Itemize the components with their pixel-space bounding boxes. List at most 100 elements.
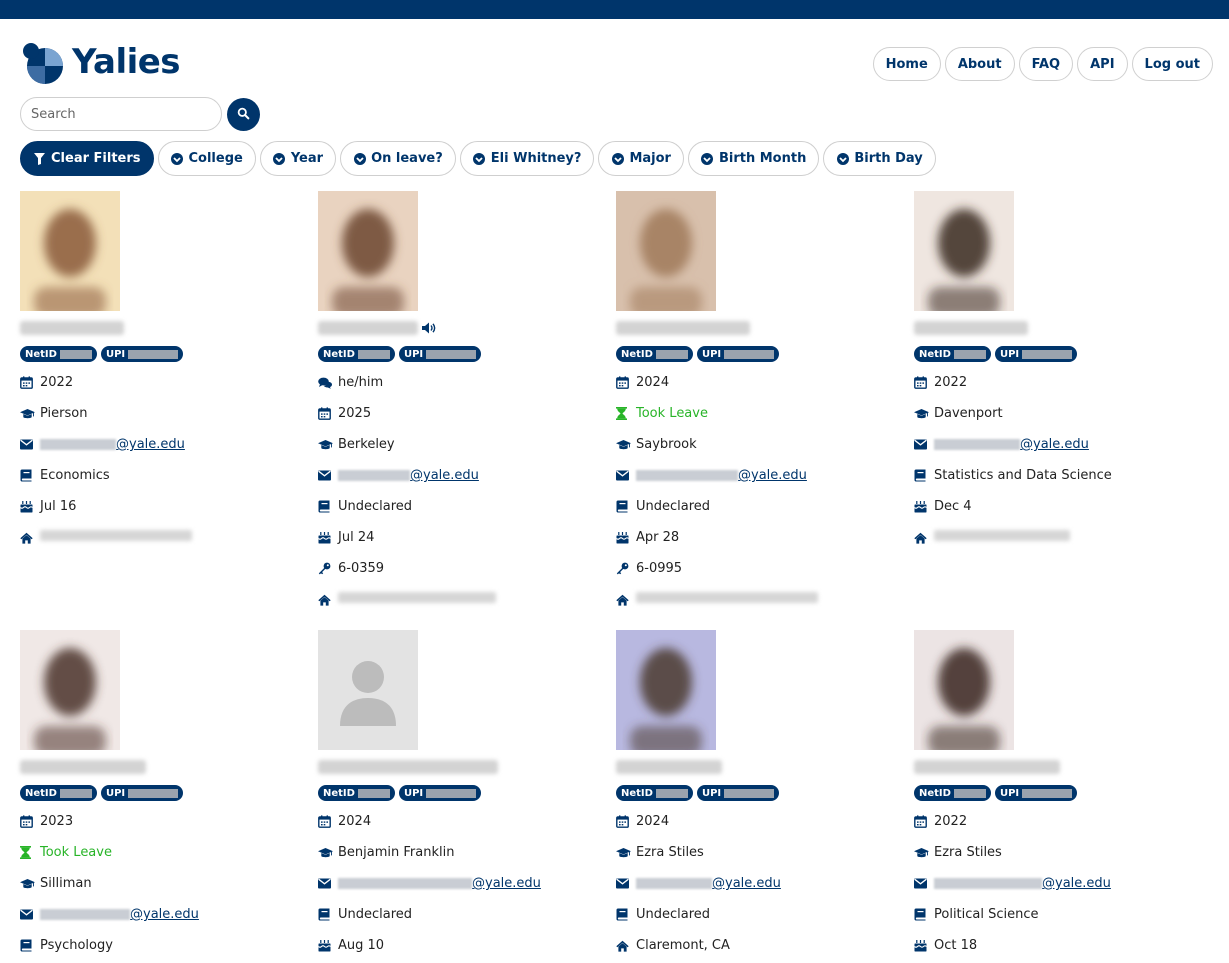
info-row: Aug 10 [318,930,608,961]
year-filter[interactable]: Year [259,141,337,176]
person-placeholder-icon [340,661,396,726]
student-photo[interactable] [914,191,1014,311]
info-text: Apr 28 [636,530,680,545]
chevron-down-circle-icon [171,152,184,165]
redacted-email-user [338,470,410,481]
student-photo[interactable] [616,630,716,750]
info-row[interactable]: @yale.edu [616,868,906,899]
book-icon [318,908,338,921]
yalies-logo-icon [20,39,66,85]
info-row[interactable]: @yale.edu [616,460,906,491]
student-photo[interactable] [318,191,418,311]
default-avatar[interactable] [318,630,418,750]
graduation-cap-icon [914,847,934,859]
netid-badge: NetID [318,785,395,801]
about-button[interactable]: About [944,47,1015,81]
info-row[interactable]: @yale.edu [318,868,608,899]
student-photo[interactable] [914,630,1014,750]
chevron-down-circle-icon [701,152,714,165]
upi-badge: UPI [994,785,1078,801]
blurred-face-image [914,191,1014,311]
info-row: 6-0995 [616,553,906,584]
logo[interactable]: Yalies [20,39,181,85]
info-text: Berkeley [338,437,395,452]
email-link[interactable]: @yale.edu [934,876,1111,891]
info-row [914,522,1204,553]
birth-day-filter-label: Birth Day [854,151,923,166]
info-text: Undeclared [338,907,413,922]
book-icon [616,500,636,513]
redacted-value [426,788,477,798]
info-row[interactable]: @yale.edu [914,868,1204,899]
info-row: Jul 16 [20,491,310,522]
calendar-icon [20,815,40,828]
redacted-address [934,530,1070,541]
student-photo[interactable] [616,191,716,311]
student-photo[interactable] [20,191,120,311]
redacted-value [357,349,390,359]
eli-whitney-filter[interactable]: Eli Whitney? [459,141,595,176]
id-badges: NetID UPI [318,785,608,801]
api-button[interactable]: API [1077,47,1128,81]
email-link[interactable]: @yale.edu [40,907,199,922]
clear-filters-button[interactable]: Clear Filters [20,141,154,176]
blurred-address [636,592,818,607]
info-row: Took Leave [616,398,906,429]
info-text: Saybrook [636,437,697,452]
home-button[interactable]: Home [872,47,941,81]
info-row[interactable]: @yale.edu [914,429,1204,460]
eli-whitney-filter-label: Eli Whitney? [490,151,582,166]
info-text: Pierson [40,406,88,421]
email-domain: @yale.edu [1020,437,1089,452]
info-row[interactable]: @yale.edu [20,429,310,460]
key-icon [616,562,636,575]
email-link[interactable]: @yale.edu [338,876,541,891]
email-domain: @yale.edu [116,437,185,452]
search-input[interactable] [20,97,222,131]
envelope-icon [914,439,934,450]
envelope-icon [914,878,934,889]
redacted-address [636,592,818,603]
logout-button[interactable]: Log out [1131,47,1213,81]
email-link[interactable]: @yale.edu [636,876,781,891]
email-link[interactable]: @yale.edu [40,437,185,452]
student-photo[interactable] [20,630,120,750]
redacted-email-user [934,878,1042,889]
info-row[interactable]: @yale.edu [318,460,608,491]
student-name [20,758,310,776]
book-icon [318,500,338,513]
info-row [616,584,906,615]
volume-icon[interactable] [422,319,438,338]
email-domain: @yale.edu [1042,876,1111,891]
upi-badge: UPI [100,346,184,362]
envelope-icon [20,439,40,450]
blurred-address [934,530,1070,545]
birth-month-filter[interactable]: Birth Month [687,141,820,176]
college-filter[interactable]: College [157,141,256,176]
logo-text: Yalies [72,42,181,82]
on-leave-filter[interactable]: On leave? [340,141,456,176]
student-card: NetID UPI 2024 Took Leave Saybrook @yale.edu U… [616,191,906,615]
faq-button[interactable]: FAQ [1018,47,1074,81]
blurred-name [914,760,1060,774]
info-text: Jul 24 [338,530,375,545]
redacted-value [1022,349,1073,359]
calendar-icon [616,815,636,828]
student-card: NetID UPI 2023 Took Leave Silliman @yale.edu P… [20,630,310,961]
info-text: 6-0995 [636,561,683,576]
book-icon [616,908,636,921]
email-link[interactable]: @yale.edu [636,468,807,483]
redacted-value [724,788,775,798]
top-bar [0,0,1229,19]
email-link[interactable]: @yale.edu [338,468,479,483]
email-link[interactable]: @yale.edu [934,437,1089,452]
envelope-icon [616,470,636,481]
major-filter[interactable]: Major [598,141,684,176]
info-text: 2023 [40,814,74,829]
id-badges: NetID UPI [20,346,310,362]
birth-day-filter[interactable]: Birth Day [823,141,936,176]
id-badges: NetID UPI [20,785,310,801]
info-row: Political Science [914,899,1204,930]
info-row[interactable]: @yale.edu [20,899,310,930]
search-button[interactable] [227,97,260,131]
